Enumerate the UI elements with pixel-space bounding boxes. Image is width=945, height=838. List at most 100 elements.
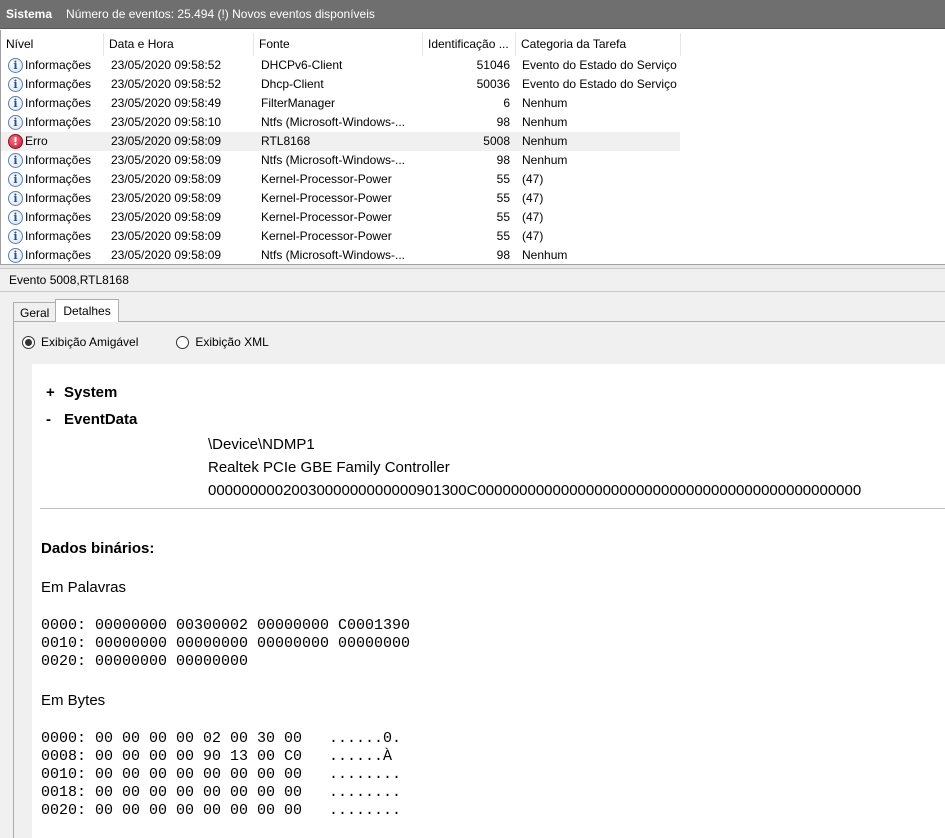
event-category: Evento do Estado do Serviço <box>522 77 677 91</box>
eventdata-value: 0000000002003000000000000901300C00000000… <box>208 482 862 499</box>
tree-node-system-label: System <box>64 384 118 401</box>
log-header: Sistema Número de eventos: 25.494 (!) No… <box>0 0 945 29</box>
event-list[interactable]: Nível Data e Hora Fonte Identificação ..… <box>0 30 945 264</box>
event-category: (47) <box>522 210 544 224</box>
eventdata-value: Realtek PCIe GBE Family Controller <box>208 459 450 476</box>
event-title: Evento 5008,RTL8168 <box>0 269 945 292</box>
tab-details[interactable]: Detalhes <box>55 299 119 322</box>
tree-node-eventdata-label: EventData <box>64 411 138 428</box>
event-level-label: Informações <box>25 210 92 224</box>
event-level: i Informações <box>1 170 104 189</box>
info-icon: i <box>8 58 23 73</box>
tree-node-eventdata[interactable]: - EventData <box>46 411 137 428</box>
event-row[interactable]: i Informações 23/05/2020 09:58:09 Ntfs (Mic… <box>1 151 945 170</box>
event-level: i Informações <box>1 56 104 75</box>
event-id: 50036 <box>476 77 510 91</box>
tab-general[interactable]: Geral <box>13 302 57 322</box>
info-icon: i <box>8 248 23 263</box>
event-date: 23/05/2020 09:58:09 <box>111 210 222 224</box>
info-icon: i <box>8 210 23 225</box>
event-source: Kernel-Processor-Power <box>261 172 392 186</box>
event-category: Nenhum <box>522 134 568 148</box>
tree-node-system[interactable]: + System <box>46 384 117 401</box>
event-date: 23/05/2020 09:58:09 <box>111 153 222 167</box>
event-row-selected[interactable]: ! Erro 23/05/2020 09:58:09 RTL8168 5008 Nenhu… <box>1 132 945 151</box>
divider <box>40 508 945 509</box>
words-title: Em Palavras <box>41 579 127 596</box>
info-icon: i <box>8 96 23 111</box>
event-id: 98 <box>496 153 510 167</box>
column-header-date[interactable]: Data e Hora <box>104 33 254 56</box>
bytes-line: 0020: 00 00 00 00 00 00 00 00 ........ <box>41 802 402 819</box>
event-level: i Informações <box>1 151 104 170</box>
event-row[interactable]: i Informações 23/05/2020 09:58:52 Dhcp-Clie… <box>1 75 945 94</box>
view-mode-options: Exibição Amigável Exibição XML <box>22 335 307 349</box>
event-category: Nenhum <box>522 248 568 262</box>
detail-tabs: Geral Detalhes <box>13 299 119 322</box>
event-date: 23/05/2020 09:58:10 <box>111 115 222 129</box>
log-name: Sistema <box>6 7 53 21</box>
event-category: Nenhum <box>522 115 568 129</box>
event-level: i Informações <box>1 246 104 264</box>
event-row[interactable]: i Informações 23/05/2020 09:58:09 Kernel-Pr… <box>1 227 945 246</box>
error-icon: ! <box>8 134 23 149</box>
event-date: 23/05/2020 09:58:09 <box>111 248 222 262</box>
event-source: Kernel-Processor-Power <box>261 229 392 243</box>
bytes-line: 0018: 00 00 00 00 00 00 00 00 ........ <box>41 784 402 801</box>
event-source: Ntfs (Microsoft-Windows-... <box>261 248 406 262</box>
event-source: Dhcp-Client <box>261 77 324 91</box>
event-date: 23/05/2020 09:58:09 <box>111 172 222 186</box>
event-row[interactable]: i Informações 23/05/2020 09:58:09 Kernel-Pr… <box>1 189 945 208</box>
event-level: i Informações <box>1 113 104 132</box>
event-level: i Informações <box>1 75 104 94</box>
words-line: 0020: 00000000 00000000 <box>41 653 249 670</box>
event-level: i Informações <box>1 208 104 227</box>
column-header-id[interactable]: Identificação ... <box>423 33 516 56</box>
xml-view-radio[interactable]: Exibição XML <box>176 335 269 349</box>
info-icon: i <box>8 77 23 92</box>
event-category: Evento do Estado do Serviço <box>522 58 677 72</box>
event-level-label: Erro <box>25 134 48 148</box>
event-category: (47) <box>522 172 544 186</box>
event-date: 23/05/2020 09:58:09 <box>111 191 222 205</box>
event-row[interactable]: i Informações 23/05/2020 09:58:09 Ntfs (Mic… <box>1 246 945 264</box>
event-id: 55 <box>496 172 510 186</box>
expand-icon[interactable]: + <box>46 384 64 401</box>
binary-data-title: Dados binários: <box>41 540 155 557</box>
event-row[interactable]: i Informações 23/05/2020 09:58:09 Kernel-Pr… <box>1 208 945 227</box>
bytes-line: 0008: 00 00 00 00 90 13 00 C0 ......À <box>41 748 393 765</box>
event-source: DHCPv6-Client <box>261 58 343 72</box>
column-header-source[interactable]: Fonte <box>254 33 423 56</box>
event-row[interactable]: i Informações 23/05/2020 09:58:52 DHCPv6-Cl… <box>1 56 945 75</box>
event-category: Nenhum <box>522 96 568 110</box>
event-id: 55 <box>496 210 510 224</box>
details-tab-body: Exibição Amigável Exibição XML + System -… <box>13 321 945 838</box>
event-source: Kernel-Processor-Power <box>261 210 392 224</box>
friendly-view-label: Exibição Amigável <box>41 335 139 349</box>
event-level-label: Informações <box>25 248 92 262</box>
event-source: Ntfs (Microsoft-Windows-... <box>261 153 406 167</box>
event-level-label: Informações <box>25 153 92 167</box>
friendly-view-radio[interactable]: Exibição Amigável <box>22 335 138 349</box>
event-id: 98 <box>496 248 510 262</box>
event-id: 51046 <box>476 58 510 72</box>
event-date: 23/05/2020 09:58:09 <box>111 229 222 243</box>
event-source: RTL8168 <box>261 134 311 148</box>
event-level-label: Informações <box>25 96 92 110</box>
event-id: 55 <box>496 191 510 205</box>
event-date: 23/05/2020 09:58:52 <box>111 77 222 91</box>
eventdata-value: \Device\NDMP1 <box>208 436 315 453</box>
info-icon: i <box>8 229 23 244</box>
event-category: Nenhum <box>522 153 568 167</box>
column-header-category[interactable]: Categoria da Tarefa <box>516 33 681 56</box>
collapse-icon[interactable]: - <box>46 411 64 428</box>
event-row[interactable]: i Informações 23/05/2020 09:58:09 Kernel-Pr… <box>1 170 945 189</box>
event-id: 5008 <box>483 134 510 148</box>
friendly-view-content: + System - EventData \Device\NDMP1 Realtek… <box>32 364 945 838</box>
bytes-line: 0010: 00 00 00 00 00 00 00 00 ........ <box>41 766 402 783</box>
event-row[interactable]: i Informações 23/05/2020 09:58:49 FilterMan… <box>1 94 945 113</box>
event-row[interactable]: i Informações 23/05/2020 09:58:10 Ntfs (Mic… <box>1 113 945 132</box>
event-level-label: Informações <box>25 58 92 72</box>
column-header-level[interactable]: Nível <box>1 33 104 56</box>
event-level-label: Informações <box>25 191 92 205</box>
